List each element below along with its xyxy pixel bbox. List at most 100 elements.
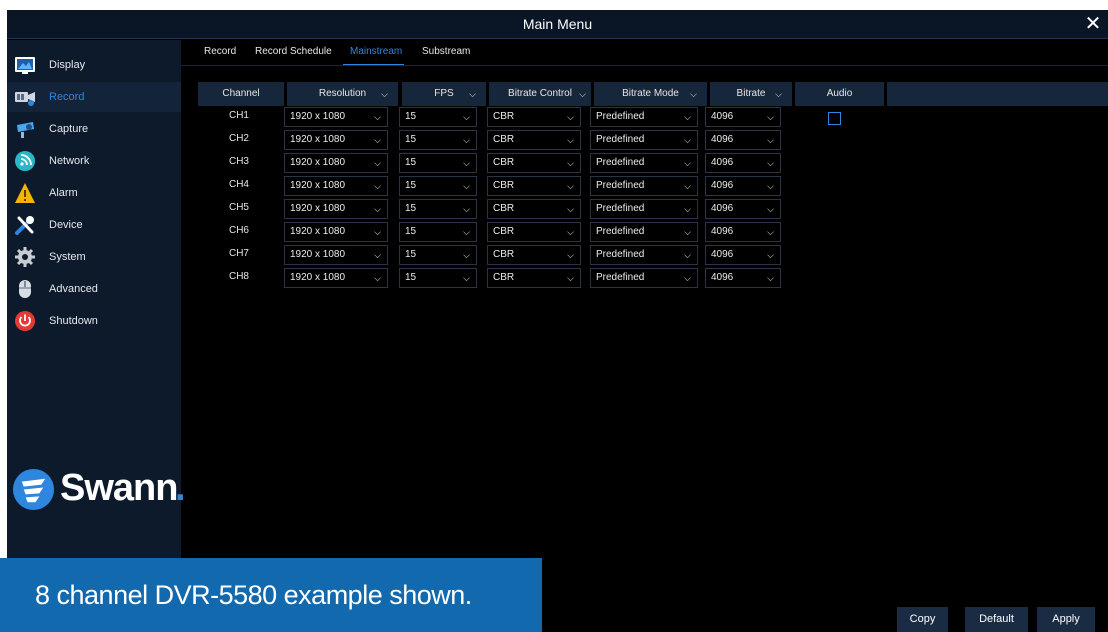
sidebar-item-network[interactable]: Network <box>7 146 181 176</box>
tab-record-schedule[interactable]: Record Schedule <box>255 46 332 57</box>
bitrate-mode-select[interactable]: Predefined ⌵ <box>590 176 698 196</box>
bitrate-select[interactable]: 4096 ⌵ <box>705 222 781 242</box>
header-bitrate[interactable]: Bitrate ⌵ <box>710 82 792 106</box>
close-icon[interactable]: ✕ <box>1082 12 1104 36</box>
header-fps[interactable]: FPS ⌵ <box>402 82 486 106</box>
bitrate-select[interactable]: 4096 ⌵ <box>705 268 781 288</box>
bitrate-select[interactable]: 4096 ⌵ <box>705 153 781 173</box>
channel-label: CH8 <box>228 271 249 282</box>
chevron-down-icon: ⌵ <box>463 204 470 214</box>
fps-select[interactable]: 15 ⌵ <box>399 107 477 127</box>
bitrate-mode-select[interactable]: Predefined ⌵ <box>590 153 698 173</box>
select-value: Predefined <box>596 272 645 283</box>
chevron-down-icon: ⌵ <box>374 250 381 260</box>
default-button[interactable]: Default <box>965 607 1028 632</box>
sidebar-item-shutdown[interactable]: Shutdown <box>7 306 181 336</box>
resolution-select[interactable]: 1920 x 1080 ⌵ <box>284 107 388 127</box>
fps-select[interactable]: 15 ⌵ <box>399 222 477 242</box>
fps-select[interactable]: 15 ⌵ <box>399 176 477 196</box>
bitrate-mode-select[interactable]: Predefined ⌵ <box>590 245 698 265</box>
sidebar-item-label: Alarm <box>49 187 78 199</box>
select-value: 1920 x 1080 <box>290 249 346 260</box>
resolution-select[interactable]: 1920 x 1080 ⌵ <box>284 268 388 288</box>
header-bitrate-mode[interactable]: Bitrate Mode ⌵ <box>594 82 707 106</box>
tab-bar: Record Record Schedule Mainstream Substr… <box>181 40 1108 66</box>
sidebar-item-advanced[interactable]: Advanced <box>7 274 181 304</box>
chevron-down-icon: ⌵ <box>684 158 691 168</box>
sidebar-item-alarm[interactable]: Alarm <box>7 178 181 208</box>
sidebar-item-device[interactable]: Device <box>7 210 181 240</box>
shutdown-icon <box>15 311 35 331</box>
header-label: Resolution <box>318 88 367 99</box>
channel-label: CH3 <box>228 156 249 167</box>
chevron-down-icon: ⌵ <box>767 181 774 191</box>
sidebar-item-label: Display <box>49 59 86 71</box>
bitrate-mode-select[interactable]: Predefined ⌵ <box>590 268 698 288</box>
chevron-down-icon: ⌵ <box>463 273 470 283</box>
bitrate-select[interactable]: 4096 ⌵ <box>705 245 781 265</box>
header-label: Audio <box>826 88 853 99</box>
bitrate-select[interactable]: 4096 ⌵ <box>705 130 781 150</box>
fps-select[interactable]: 15 ⌵ <box>399 130 477 150</box>
sidebar-item-label: System <box>49 251 86 263</box>
sidebar-item-label: Network <box>49 155 90 167</box>
sidebar-item-record[interactable]: Record <box>7 82 181 112</box>
chevron-down-icon: ⌵ <box>567 135 574 145</box>
header-bitrate-control[interactable]: Bitrate Control ⌵ <box>489 82 591 106</box>
select-value: 1920 x 1080 <box>290 111 346 122</box>
fps-select[interactable]: 15 ⌵ <box>399 245 477 265</box>
sidebar-item-label: Shutdown <box>49 315 98 327</box>
select-value: 4096 <box>711 157 734 168</box>
bitrate-select[interactable]: 4096 ⌵ <box>705 107 781 127</box>
select-value: 4096 <box>711 180 734 191</box>
sidebar-item-label: Record <box>49 91 85 103</box>
fps-select[interactable]: 15 ⌵ <box>399 199 477 219</box>
header-label: Channel <box>222 88 260 99</box>
bitrate-select[interactable]: 4096 ⌵ <box>705 199 781 219</box>
resolution-select[interactable]: 1920 x 1080 ⌵ <box>284 245 388 265</box>
select-value: 1920 x 1080 <box>290 157 346 168</box>
select-value: Predefined <box>596 249 645 260</box>
resolution-select[interactable]: 1920 x 1080 ⌵ <box>284 130 388 150</box>
chevron-down-icon: ⌵ <box>684 250 691 260</box>
header-label: FPS <box>434 88 454 99</box>
bitrate-mode-select[interactable]: Predefined ⌵ <box>590 222 698 242</box>
table-row: CH3 1920 x 1080 ⌵ 15 ⌵ CBR ⌵ Predefined ⌵ 4096 ⌵ <box>191 153 791 175</box>
bitrate-control-select[interactable]: CBR ⌵ <box>487 245 581 265</box>
tab-mainstream[interactable]: Mainstream <box>350 46 402 57</box>
bitrate-control-select[interactable]: CBR ⌵ <box>487 268 581 288</box>
header-resolution[interactable]: Resolution ⌵ <box>287 82 398 106</box>
bitrate-select[interactable]: 4096 ⌵ <box>705 176 781 196</box>
resolution-select[interactable]: 1920 x 1080 ⌵ <box>284 199 388 219</box>
chevron-down-icon: ⌵ <box>690 89 697 99</box>
bitrate-mode-select[interactable]: Predefined ⌵ <box>590 130 698 150</box>
bitrate-control-select[interactable]: CBR ⌵ <box>487 176 581 196</box>
resolution-select[interactable]: 1920 x 1080 ⌵ <box>284 153 388 173</box>
tab-divider <box>181 65 1108 66</box>
audio-checkbox-ch1[interactable] <box>828 112 841 125</box>
bitrate-control-select[interactable]: CBR ⌵ <box>487 153 581 173</box>
bitrate-mode-select[interactable]: Predefined ⌵ <box>590 107 698 127</box>
chevron-down-icon: ⌵ <box>567 273 574 283</box>
bitrate-mode-select[interactable]: Predefined ⌵ <box>590 199 698 219</box>
bitrate-control-select[interactable]: CBR ⌵ <box>487 199 581 219</box>
header-label: Bitrate <box>736 88 766 99</box>
header-audio: Audio <box>795 82 884 106</box>
bitrate-control-select[interactable]: CBR ⌵ <box>487 222 581 242</box>
fps-select[interactable]: 15 ⌵ <box>399 268 477 288</box>
chevron-down-icon: ⌵ <box>463 181 470 191</box>
sidebar-item-display[interactable]: Display <box>7 50 181 80</box>
sidebar-item-system[interactable]: System <box>7 242 181 272</box>
chevron-down-icon: ⌵ <box>684 227 691 237</box>
apply-button[interactable]: Apply <box>1037 607 1095 632</box>
fps-select[interactable]: 15 ⌵ <box>399 153 477 173</box>
copy-button[interactable]: Copy <box>897 607 948 632</box>
tab-substream[interactable]: Substream <box>422 46 470 57</box>
resolution-select[interactable]: 1920 x 1080 ⌵ <box>284 222 388 242</box>
bitrate-control-select[interactable]: CBR ⌵ <box>487 107 581 127</box>
bitrate-control-select[interactable]: CBR ⌵ <box>487 130 581 150</box>
chevron-down-icon: ⌵ <box>767 273 774 283</box>
sidebar-item-capture[interactable]: Capture <box>7 114 181 144</box>
tab-record[interactable]: Record <box>204 46 236 57</box>
resolution-select[interactable]: 1920 x 1080 ⌵ <box>284 176 388 196</box>
